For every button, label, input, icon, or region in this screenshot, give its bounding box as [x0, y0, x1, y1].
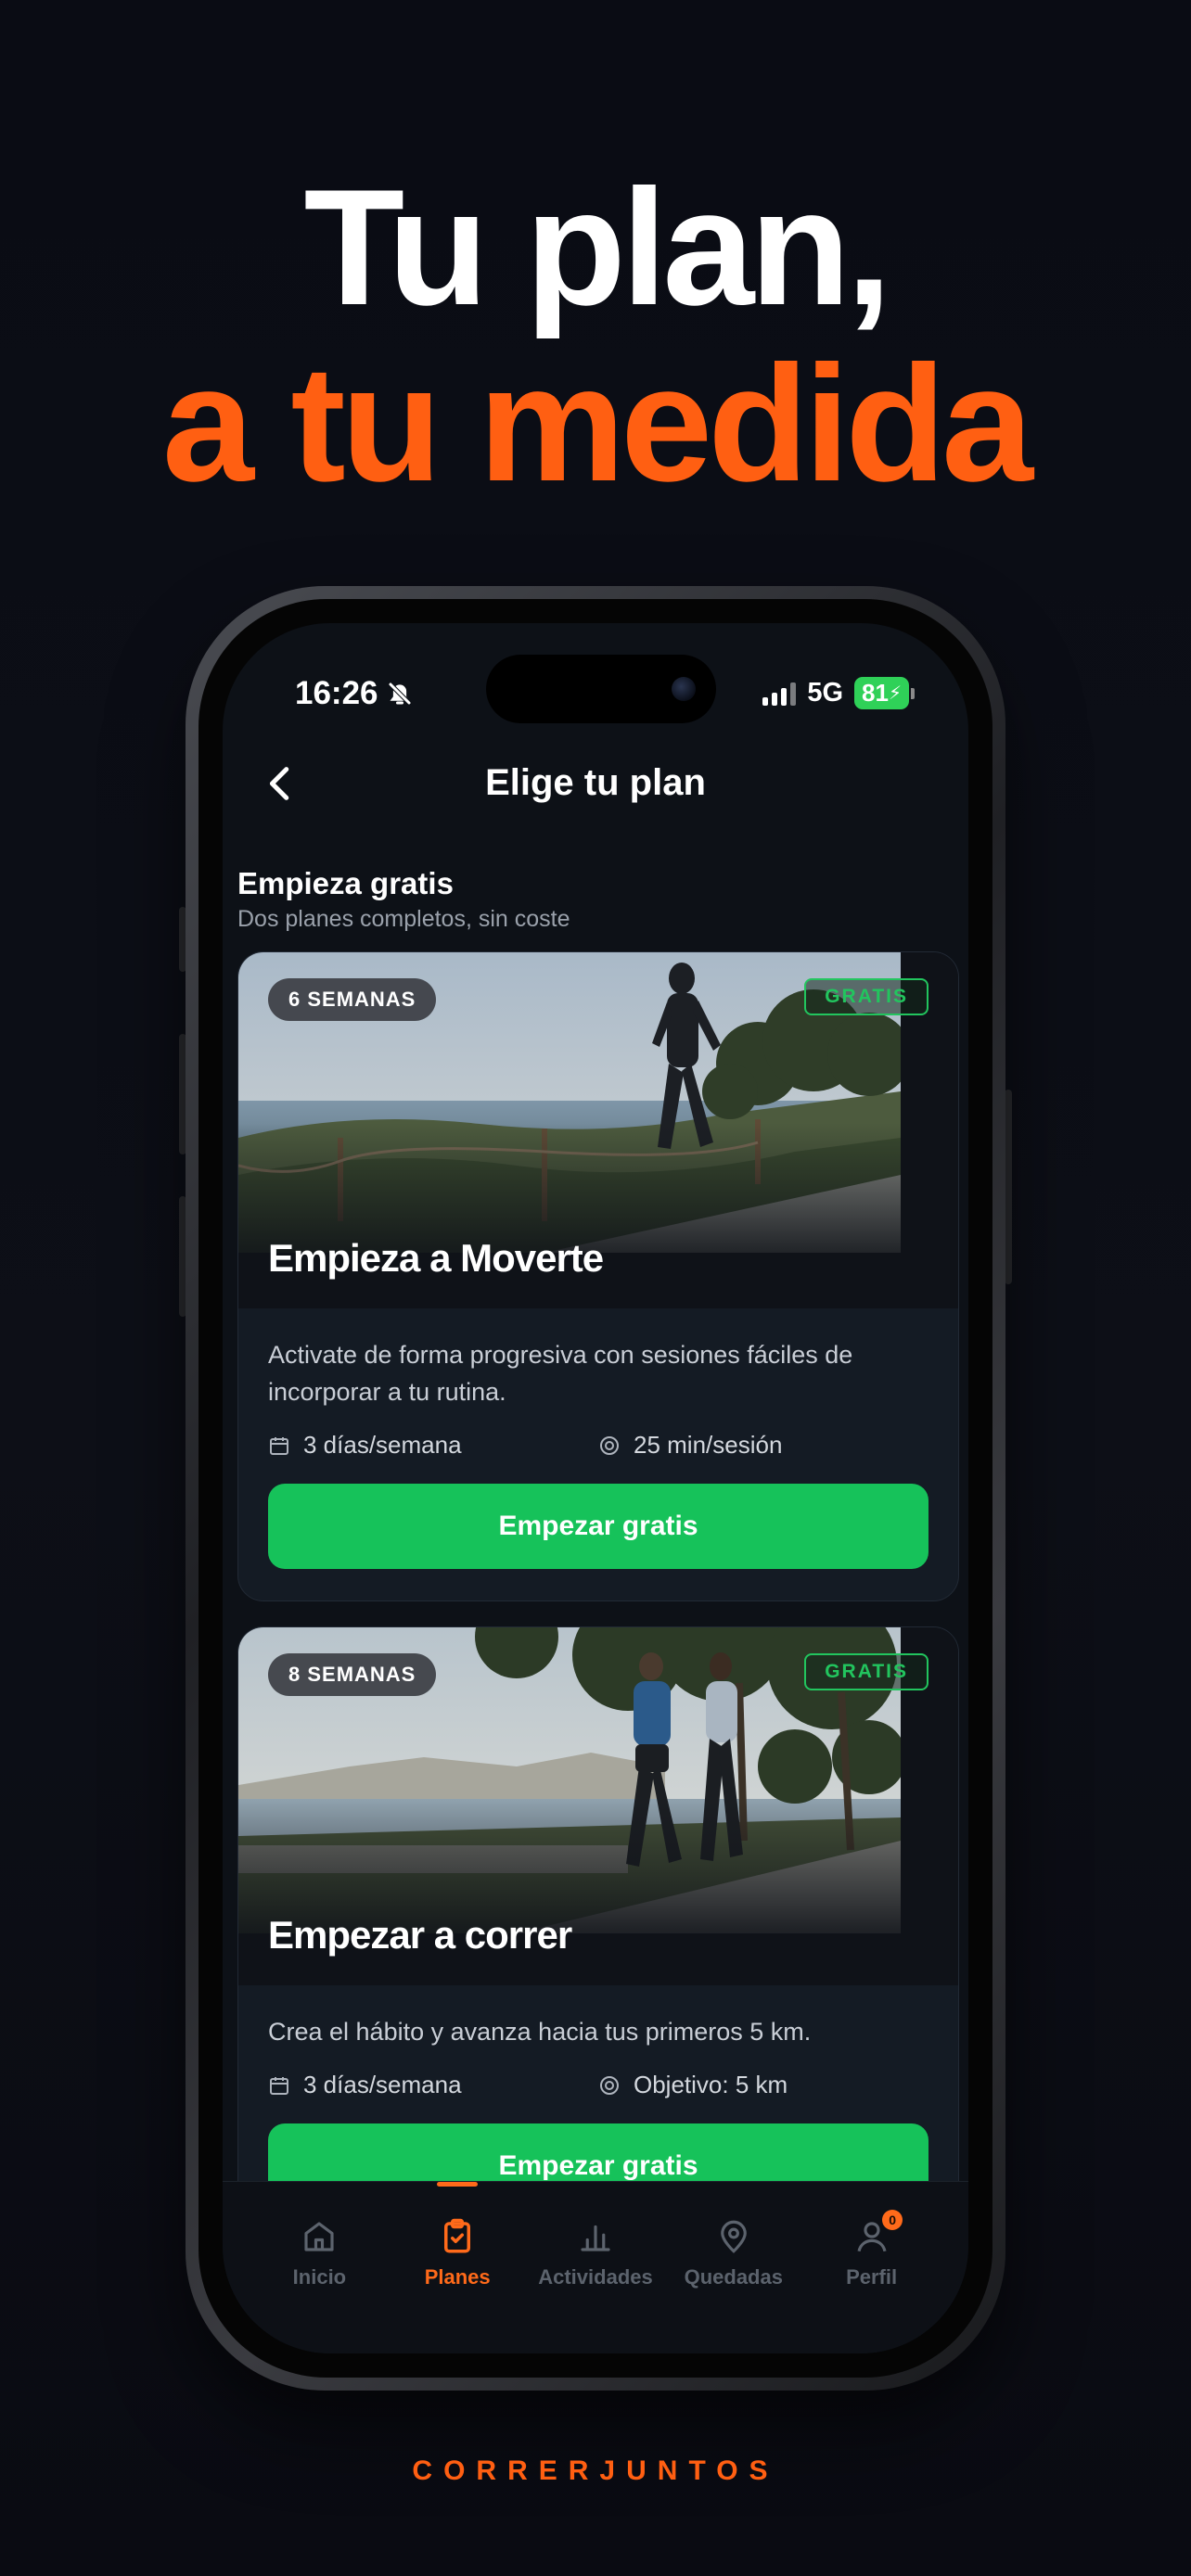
signal-icon — [762, 682, 797, 706]
clipboard-check-icon — [444, 2218, 471, 2253]
image-gradient — [238, 1123, 958, 1308]
tab-label: Actividades — [538, 2265, 653, 2289]
frequency-label: 3 días/semana — [303, 1431, 462, 1459]
frequency-meta: 3 días/semana — [268, 1431, 598, 1460]
plan-card[interactable]: 6 SEMANAS GRATIS Empieza a Moverte Activ… — [237, 951, 959, 1601]
calendar-icon — [270, 1436, 288, 1455]
battery-level: 81 — [862, 679, 889, 707]
bar-chart-icon — [581, 2225, 610, 2251]
tab-label: Inicio — [292, 2265, 347, 2289]
duration-label: 25 min/sesión — [634, 1431, 783, 1459]
phone-frame: 16:26 5G 81 ⚡ Elige tu plan Empieza grat… — [186, 586, 1005, 2391]
tab-label: Perfil — [846, 2265, 898, 2289]
map-pin-icon — [720, 2220, 747, 2253]
promo-poster: Tu plan, a tu medida 16:26 5G 81 ⚡ Elige… — [0, 0, 1191, 2576]
duration-badge: 8 SEMANAS — [268, 1653, 437, 1696]
headline-line-2: a tu medida — [161, 331, 1033, 516]
goal-label: Objetivo: 5 km — [634, 2071, 788, 2098]
tab-label: Quedadas — [684, 2265, 783, 2289]
free-badge: GRATIS — [804, 1653, 928, 1690]
network-label: 5G — [807, 678, 844, 708]
start-free-button[interactable]: Empezar gratis — [268, 1484, 928, 1569]
goal-meta: Objetivo: 5 km — [598, 2071, 928, 2099]
headline-line-1: Tu plan, — [303, 155, 891, 339]
tab-planes[interactable]: Planes — [389, 2182, 527, 2353]
plan-card-body: Activate de forma progresiva con sesione… — [238, 1308, 958, 1600]
tab-actividades[interactable]: Actividades — [527, 2182, 665, 2353]
home-icon — [304, 2222, 334, 2251]
tab-inicio[interactable]: Inicio — [250, 2182, 389, 2353]
camera-icon — [672, 677, 696, 701]
duration-meta: 25 min/sesión — [598, 1431, 928, 1460]
plan-title: Empezar a correr — [268, 1913, 572, 1957]
frequency-meta: 3 días/semana — [268, 2071, 598, 2099]
brand-wordmark: CORRERJUNTOS — [412, 2455, 779, 2486]
plan-description: Crea el hábito y avanza hacia tus primer… — [268, 2018, 812, 2046]
tab-bar: Inicio Planes Actividades Quedadas 0 Per… — [223, 2181, 968, 2353]
battery-icon: 81 ⚡ — [854, 677, 909, 709]
active-tab-indicator — [437, 2182, 479, 2187]
page-title: Elige tu plan — [485, 762, 706, 803]
duration-badge: 6 SEMANAS — [268, 978, 437, 1021]
tab-label: Planes — [424, 2265, 491, 2289]
calendar-icon — [270, 2076, 288, 2095]
target-icon — [600, 2075, 619, 2095]
target-icon — [600, 1435, 619, 1455]
section-subtitle: Dos planes completos, sin coste — [237, 906, 570, 932]
app-screen: 16:26 5G 81 ⚡ Elige tu plan Empieza grat… — [223, 623, 968, 2353]
free-badge: GRATIS — [804, 978, 928, 1015]
notification-badge: 0 — [882, 2210, 903, 2230]
dynamic-island — [486, 655, 716, 723]
power-button — [1005, 1090, 1012, 1284]
tab-perfil[interactable]: 0 Perfil — [802, 2182, 941, 2353]
plan-card-image: 8 SEMANAS GRATIS Empezar a correr — [238, 1627, 958, 1985]
section-title: Empieza gratis — [237, 866, 454, 900]
tab-quedadas[interactable]: Quedadas — [664, 2182, 802, 2353]
plan-card-image: 6 SEMANAS GRATIS Empieza a Moverte — [238, 952, 958, 1308]
plan-title: Empieza a Moverte — [268, 1236, 604, 1280]
status-time-text: 16:26 — [295, 675, 378, 711]
frequency-label: 3 días/semana — [303, 2071, 462, 2098]
status-time: 16:26 — [295, 675, 414, 712]
plan-card[interactable]: 8 SEMANAS GRATIS Empezar a correr Crea e… — [237, 1626, 959, 2241]
bell-slash-icon — [388, 682, 412, 706]
status-indicators: 5G 81 ⚡ — [762, 677, 915, 709]
plan-meta: 3 días/semana 25 min/sesión — [268, 1431, 928, 1460]
plan-meta: 3 días/semana Objetivo: 5 km — [268, 2071, 928, 2099]
plan-description: Activate de forma progresiva con sesione… — [268, 1341, 853, 1406]
battery-tip — [911, 687, 915, 699]
image-gradient — [238, 1800, 958, 1985]
